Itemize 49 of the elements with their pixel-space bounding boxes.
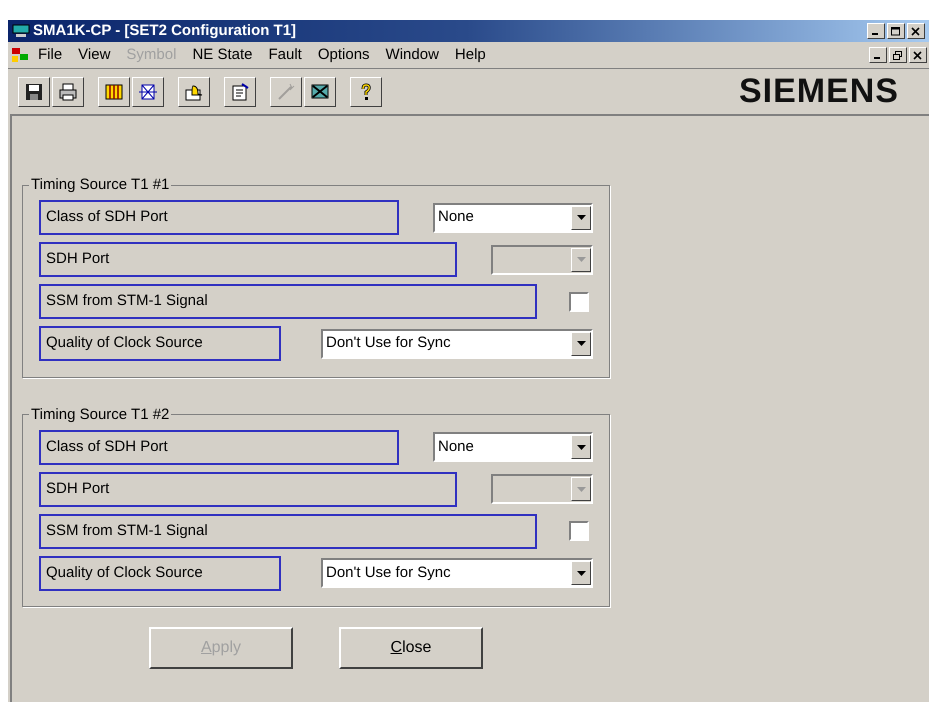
- restore-icon: [893, 50, 903, 60]
- close-button[interactable]: [907, 23, 925, 39]
- group-title: Timing Source T1 #2: [30, 404, 170, 424]
- menu-item[interactable]: View: [70, 44, 118, 66]
- group-title: Timing Source T1 #1: [30, 175, 170, 195]
- field-label: SDH Port: [39, 472, 457, 506]
- minimize-button[interactable]: [869, 47, 887, 63]
- field-label: SDH Port: [39, 242, 457, 277]
- menu-item[interactable]: Fault: [260, 44, 310, 66]
- restore-button[interactable]: [889, 47, 907, 63]
- menu-item[interactable]: File: [30, 44, 70, 66]
- computer-icon: [12, 24, 30, 38]
- field-label: SSM from STM-1 Signal: [39, 284, 537, 319]
- field-label: Class of SDH Port: [39, 200, 399, 235]
- close-icon: [911, 26, 921, 36]
- menu-item[interactable]: Help: [446, 44, 494, 66]
- dropdown[interactable]: Don't Use for Sync: [321, 558, 593, 588]
- dropdown[interactable]: None: [433, 432, 593, 462]
- close-icon: [913, 50, 923, 60]
- dropdown[interactable]: Don't Use for Sync: [321, 328, 593, 358]
- help-icon[interactable]: [350, 76, 382, 106]
- minimize-button[interactable]: [867, 23, 885, 39]
- max-icon: [891, 26, 901, 36]
- menu-item[interactable]: Options: [310, 44, 378, 66]
- logo: SIEMENS: [738, 71, 899, 112]
- field-label: Quality of Clock Source: [39, 556, 281, 590]
- dialog-button[interactable]: Close: [339, 627, 483, 669]
- caret-icon[interactable]: [571, 561, 591, 585]
- menu-item[interactable]: NE State: [184, 44, 260, 66]
- field-label: SSM from STM-1 Signal: [39, 514, 537, 548]
- crossed-screen-icon[interactable]: [304, 76, 336, 106]
- checkbox[interactable]: [569, 292, 589, 312]
- close-button[interactable]: [909, 47, 927, 63]
- window-title: SMA1K-CP - [SET2 Configuration T1]: [33, 20, 296, 41]
- app-icon[interactable]: [10, 46, 30, 64]
- printer-icon[interactable]: [52, 76, 84, 106]
- maximize-button[interactable]: [887, 23, 905, 39]
- grid-icon[interactable]: [98, 76, 130, 106]
- cross-box-icon[interactable]: [132, 76, 164, 106]
- checkbox[interactable]: [569, 521, 589, 541]
- menu-item[interactable]: Window: [378, 44, 447, 66]
- caret-icon[interactable]: [571, 206, 591, 230]
- dropdown[interactable]: None: [433, 202, 593, 232]
- field-label: Quality of Clock Source: [39, 326, 281, 361]
- caret-icon[interactable]: [571, 435, 591, 459]
- document-icon[interactable]: [224, 76, 256, 106]
- caret-icon[interactable]: [571, 332, 591, 356]
- field-label: Class of SDH Port: [39, 430, 399, 464]
- bell-icon[interactable]: [178, 76, 210, 106]
